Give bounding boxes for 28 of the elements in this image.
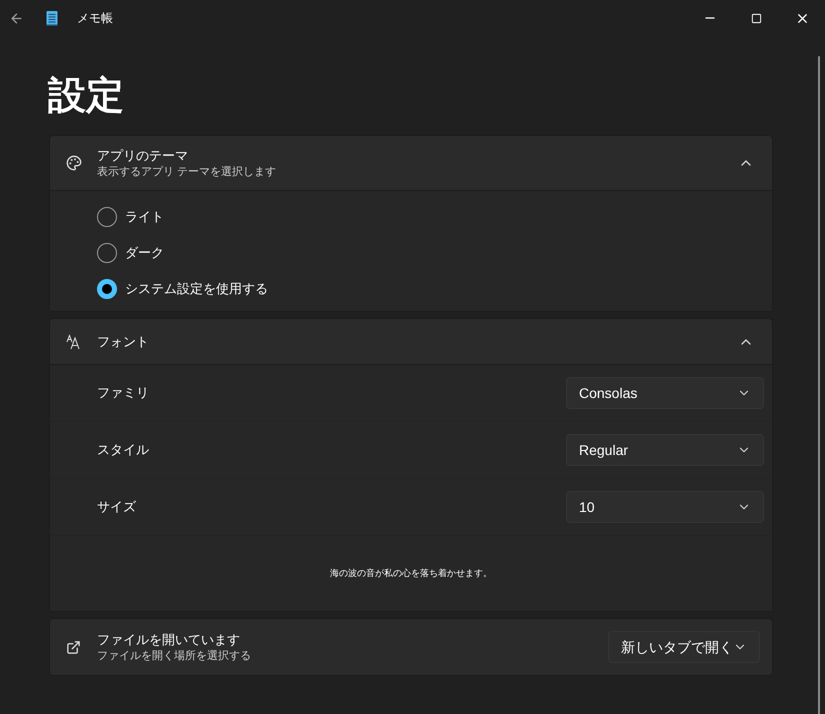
radio-option[interactable]: ダーク <box>97 243 772 263</box>
dropdown[interactable]: 新しいタブで開く <box>608 631 760 663</box>
radio-option[interactable]: システム設定を使用する <box>97 279 772 299</box>
setting-label: スタイル <box>97 441 149 460</box>
dropdown[interactable]: Consolas <box>566 377 764 409</box>
notepad-icon <box>46 10 58 26</box>
setting-label: ファミリ <box>97 384 149 402</box>
back-icon[interactable] <box>9 10 24 26</box>
scrollbar[interactable] <box>818 56 820 714</box>
font-size-icon <box>66 334 82 350</box>
open-window-icon <box>66 640 81 654</box>
window-title: メモ帳 <box>77 10 113 27</box>
section-subtitle: 表示するアプリ テーマを選択します <box>97 164 276 180</box>
radio-button[interactable] <box>97 243 117 263</box>
setting-label: サイズ <box>97 498 136 516</box>
section-title: アプリのテーマ <box>97 146 189 164</box>
section-title: フォント <box>97 332 149 351</box>
radio-button[interactable] <box>97 279 117 299</box>
maximize-icon[interactable] <box>750 12 762 24</box>
dropdown[interactable]: Regular <box>566 434 764 466</box>
page-title: 設定 <box>48 74 125 119</box>
dropdown[interactable]: 10 <box>566 491 764 523</box>
section-title: ファイルを開いています <box>97 630 241 648</box>
font-preview: 海の波の音が私の心を落ち着かせます。 <box>330 566 492 580</box>
section-subtitle: ファイルを開く場所を選択する <box>97 648 251 664</box>
palette-icon <box>66 155 82 171</box>
radio-button[interactable] <box>97 207 117 227</box>
radio-option[interactable]: ライト <box>97 207 772 227</box>
